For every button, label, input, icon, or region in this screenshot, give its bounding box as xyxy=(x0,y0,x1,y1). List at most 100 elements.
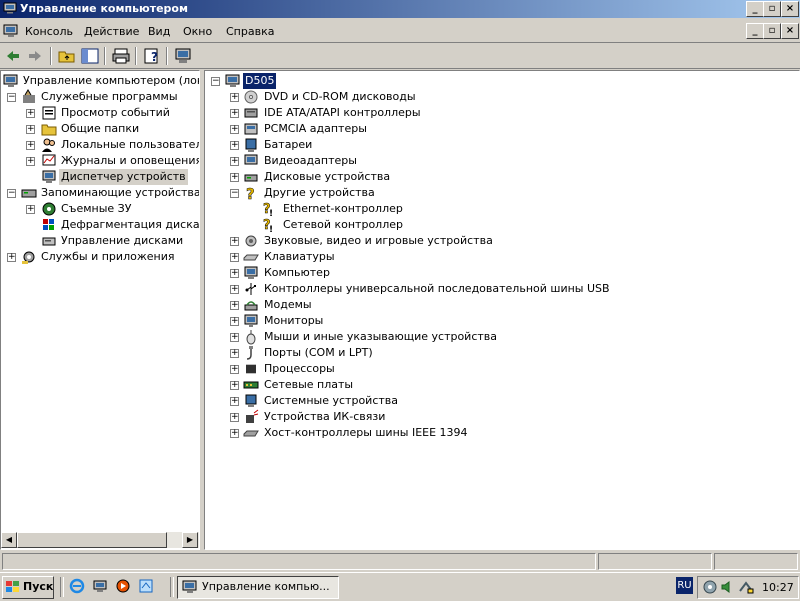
tree-item-shared-folders[interactable]: + Общие папки xyxy=(1,121,199,137)
device-category-ieee1394[interactable]: + Хост-контроллеры шины IEEE 1394 xyxy=(205,425,795,441)
collapse-icon[interactable]: − xyxy=(7,189,16,198)
print-icon[interactable] xyxy=(111,47,131,65)
device-item-network-controller[interactable]: ?! Сетевой контроллер xyxy=(205,217,795,233)
device-category-batteries[interactable]: + Батареи xyxy=(205,137,795,153)
expand-icon[interactable]: + xyxy=(7,253,16,262)
tree-item-system-tools[interactable]: − Служебные программы xyxy=(1,89,199,105)
expand-icon[interactable]: + xyxy=(26,157,35,166)
menu-window[interactable]: Окно xyxy=(183,25,212,38)
expand-icon[interactable]: + xyxy=(230,317,239,326)
scroll-thumb[interactable] xyxy=(17,532,167,548)
expand-icon[interactable]: + xyxy=(230,157,239,166)
quick-launch-app-icon[interactable] xyxy=(138,578,154,594)
menu-help[interactable]: Справка xyxy=(226,25,274,38)
expand-icon[interactable]: + xyxy=(230,237,239,246)
collapse-icon[interactable]: − xyxy=(230,189,239,198)
scroll-right-button[interactable]: ▶ xyxy=(182,532,198,548)
console-menu-icon[interactable] xyxy=(3,23,19,39)
scroll-left-button[interactable]: ◀ xyxy=(1,532,17,548)
show-desktop-icon[interactable] xyxy=(92,578,108,594)
tree-root[interactable]: Управление компьютером (локаль xyxy=(1,73,199,89)
expand-icon[interactable]: + xyxy=(230,333,239,342)
tree-item-performance-logs[interactable]: + Журналы и оповещения пр xyxy=(1,153,199,169)
expand-icon[interactable]: + xyxy=(230,125,239,134)
tree-item-storage[interactable]: − Запоминающие устройства xyxy=(1,185,199,201)
expand-icon[interactable]: + xyxy=(230,301,239,310)
device-tree-pane[interactable]: − D505 + DVD и CD-ROM дисководы + IDE AT… xyxy=(204,70,800,550)
console-tree-pane[interactable]: Управление компьютером (локаль − Служебн… xyxy=(0,70,200,550)
up-folder-icon[interactable] xyxy=(57,47,77,65)
device-category-processors[interactable]: + Процессоры xyxy=(205,361,795,377)
tree-item-disk-management[interactable]: Управление дисками xyxy=(1,233,199,249)
volume-tray-icon[interactable] xyxy=(720,579,736,595)
tree-item-event-viewer[interactable]: + Просмотр событий xyxy=(1,105,199,121)
device-item-ethernet[interactable]: ?! Ethernet-контроллер xyxy=(205,201,795,217)
close-button[interactable]: × xyxy=(781,1,799,17)
device-category-pcmcia[interactable]: + PCMCIA адаптеры xyxy=(205,121,795,137)
device-category-network-adapters[interactable]: + Сетевые платы xyxy=(205,377,795,393)
expand-icon[interactable]: + xyxy=(230,349,239,358)
start-button[interactable]: Пуск xyxy=(2,576,54,599)
expand-icon[interactable]: + xyxy=(230,381,239,390)
device-category-system[interactable]: + Системные устройства xyxy=(205,393,795,409)
network-tray-icon[interactable] xyxy=(702,579,718,595)
child-minimize-button[interactable]: _ xyxy=(746,23,764,39)
expand-icon[interactable]: + xyxy=(230,253,239,262)
device-category-sound[interactable]: + Звуковые, видео и игровые устройства xyxy=(205,233,795,249)
minimize-button[interactable]: _ xyxy=(746,1,764,17)
device-category-infrared[interactable]: + Устройства ИК-связи xyxy=(205,409,795,425)
internet-explorer-icon[interactable] xyxy=(69,578,85,594)
power-tray-icon[interactable] xyxy=(738,579,754,595)
device-category-dvd[interactable]: + DVD и CD-ROM дисководы xyxy=(205,89,795,105)
expand-icon[interactable]: + xyxy=(26,109,35,118)
device-scan-icon[interactable] xyxy=(173,47,193,65)
collapse-icon[interactable]: − xyxy=(7,93,16,102)
show-hide-tree-icon[interactable] xyxy=(80,47,100,65)
device-category-disks[interactable]: + Дисковые устройства xyxy=(205,169,795,185)
child-close-button[interactable]: × xyxy=(781,23,799,39)
media-player-icon[interactable] xyxy=(115,578,131,594)
expand-icon[interactable]: + xyxy=(230,93,239,102)
tree-item-local-users[interactable]: + Локальные пользователи и xyxy=(1,137,199,153)
collapse-icon[interactable]: − xyxy=(211,77,220,86)
child-maximize-button[interactable]: ▫ xyxy=(763,23,781,39)
tree-item-removable-storage[interactable]: + Съемные ЗУ xyxy=(1,201,199,217)
help-properties-icon[interactable]: ? xyxy=(142,47,162,65)
taskbar-window-button[interactable]: Управление компью... xyxy=(177,576,339,599)
window-title-bar[interactable]: Управление компьютером _ ▫ × xyxy=(0,0,800,18)
device-category-modems[interactable]: + Модемы xyxy=(205,297,795,313)
expand-icon[interactable]: + xyxy=(230,269,239,278)
expand-icon[interactable]: + xyxy=(230,285,239,294)
language-indicator[interactable]: RU xyxy=(676,577,693,594)
device-tree-root[interactable]: − D505 xyxy=(205,73,795,89)
device-category-computer[interactable]: + Компьютер xyxy=(205,265,795,281)
expand-icon[interactable]: + xyxy=(230,109,239,118)
expand-icon[interactable]: + xyxy=(26,125,35,134)
device-category-other[interactable]: − ? Другие устройства xyxy=(205,185,795,201)
device-category-video[interactable]: + Видеоадаптеры xyxy=(205,153,795,169)
forward-arrow-icon[interactable] xyxy=(25,47,45,65)
device-category-mice[interactable]: + Мыши и иные указывающие устройства xyxy=(205,329,795,345)
tree-item-services-apps[interactable]: + Службы и приложения xyxy=(1,249,199,265)
expand-icon[interactable]: + xyxy=(26,205,35,214)
device-category-keyboards[interactable]: + Клавиатуры xyxy=(205,249,795,265)
device-category-ide[interactable]: + IDE ATA/ATAPI контроллеры xyxy=(205,105,795,121)
tree-item-defrag[interactable]: Дефрагментация диска xyxy=(1,217,199,233)
device-category-ports[interactable]: + Порты (COM и LPT) xyxy=(205,345,795,361)
device-category-monitors[interactable]: + Мониторы xyxy=(205,313,795,329)
tree-item-device-manager[interactable]: Диспетчер устройств xyxy=(1,169,199,185)
clock[interactable]: 10:27 xyxy=(762,581,794,594)
expand-icon[interactable]: + xyxy=(230,429,239,438)
menu-console[interactable]: Консоль xyxy=(25,25,73,38)
expand-icon[interactable]: + xyxy=(230,397,239,406)
back-arrow-icon[interactable] xyxy=(3,47,23,65)
maximize-button[interactable]: ▫ xyxy=(763,1,781,17)
menu-view[interactable]: Вид xyxy=(148,25,170,38)
menu-action[interactable]: Действие xyxy=(84,25,139,38)
expand-icon[interactable]: + xyxy=(230,365,239,374)
device-category-usb[interactable]: + Контроллеры универсальной последовател… xyxy=(205,281,795,297)
expand-icon[interactable]: + xyxy=(230,413,239,422)
expand-icon[interactable]: + xyxy=(230,173,239,182)
expand-icon[interactable]: + xyxy=(230,141,239,150)
tree-horizontal-scrollbar[interactable]: ◀ ▶ xyxy=(1,532,199,548)
